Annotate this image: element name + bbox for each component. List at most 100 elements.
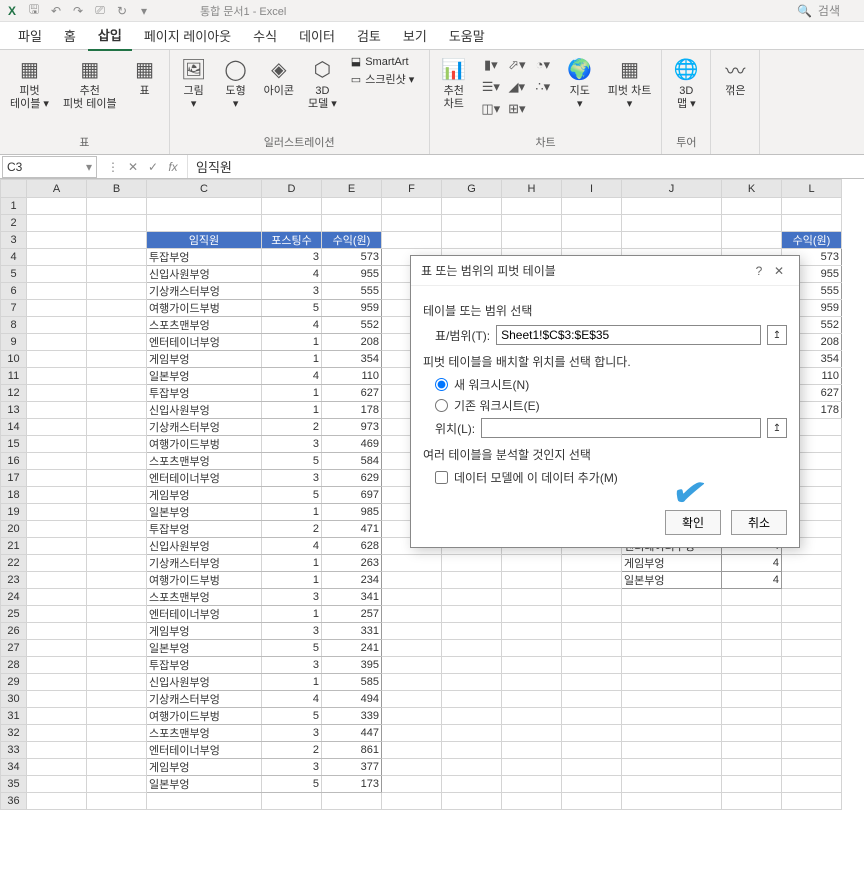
- cell-K24[interactable]: [722, 589, 782, 606]
- cell-D20[interactable]: 2: [262, 521, 322, 538]
- cell-C7[interactable]: 여행가이드부벙: [147, 300, 262, 317]
- cell-H29[interactable]: [502, 674, 562, 691]
- cell-C31[interactable]: 여행가이드부벙: [147, 708, 262, 725]
- ribbon-tab-7[interactable]: 보기: [393, 21, 437, 50]
- cell-J1[interactable]: [622, 198, 722, 215]
- row-header-8[interactable]: 8: [1, 317, 27, 334]
- row-header-24[interactable]: 24: [1, 589, 27, 606]
- col-header-L[interactable]: L: [782, 180, 842, 198]
- cell-E10[interactable]: 354: [322, 351, 382, 368]
- cell-L35[interactable]: [782, 776, 842, 793]
- autosave-icon[interactable]: ↻: [114, 3, 130, 19]
- cell-A32[interactable]: [27, 725, 87, 742]
- cell-K28[interactable]: [722, 657, 782, 674]
- cell-L34[interactable]: [782, 759, 842, 776]
- cell-E18[interactable]: 697: [322, 487, 382, 504]
- col-header-D[interactable]: D: [262, 180, 322, 198]
- cell-C19[interactable]: 일본부엉: [147, 504, 262, 521]
- cell-I31[interactable]: [562, 708, 622, 725]
- cell-A22[interactable]: [27, 555, 87, 572]
- cell-A4[interactable]: [27, 249, 87, 266]
- cell-K29[interactable]: [722, 674, 782, 691]
- cell-I22[interactable]: [562, 555, 622, 572]
- cell-C13[interactable]: 신입사원부엉: [147, 402, 262, 419]
- cell-E17[interactable]: 629: [322, 470, 382, 487]
- cell-E27[interactable]: 241: [322, 640, 382, 657]
- row-header-25[interactable]: 25: [1, 606, 27, 623]
- cell-D36[interactable]: [262, 793, 322, 810]
- row-header-1[interactable]: 1: [1, 198, 27, 215]
- sparkline-button[interactable]: 〰꺾은: [715, 52, 755, 101]
- cell-A2[interactable]: [27, 215, 87, 232]
- cell-A26[interactable]: [27, 623, 87, 640]
- cell-B12[interactable]: [87, 385, 147, 402]
- cell-G3[interactable]: [442, 232, 502, 249]
- cell-J36[interactable]: [622, 793, 722, 810]
- cell-L24[interactable]: [782, 589, 842, 606]
- cell-E16[interactable]: 584: [322, 453, 382, 470]
- row-header-17[interactable]: 17: [1, 470, 27, 487]
- row-header-9[interactable]: 9: [1, 334, 27, 351]
- cell-J26[interactable]: [622, 623, 722, 640]
- cell-F35[interactable]: [382, 776, 442, 793]
- cell-E14[interactable]: 973: [322, 419, 382, 436]
- cell-C1[interactable]: [147, 198, 262, 215]
- cell-A21[interactable]: [27, 538, 87, 555]
- ribbon-tab-1[interactable]: 홈: [54, 21, 86, 50]
- cell-A23[interactable]: [27, 572, 87, 589]
- row-header-27[interactable]: 27: [1, 640, 27, 657]
- cell-D12[interactable]: 1: [262, 385, 322, 402]
- row-header-16[interactable]: 16: [1, 453, 27, 470]
- cell-D21[interactable]: 4: [262, 538, 322, 555]
- cell-K36[interactable]: [722, 793, 782, 810]
- cell-K35[interactable]: [722, 776, 782, 793]
- cell-B29[interactable]: [87, 674, 147, 691]
- cell-C22[interactable]: 기상캐스터부엉: [147, 555, 262, 572]
- cell-A30[interactable]: [27, 691, 87, 708]
- cell-E24[interactable]: 341: [322, 589, 382, 606]
- cell-I35[interactable]: [562, 776, 622, 793]
- cell-B24[interactable]: [87, 589, 147, 606]
- icon-button[interactable]: ◈아이콘: [258, 52, 300, 101]
- cell-B18[interactable]: [87, 487, 147, 504]
- cell-J34[interactable]: [622, 759, 722, 776]
- cell-H2[interactable]: [502, 215, 562, 232]
- row-header-18[interactable]: 18: [1, 487, 27, 504]
- cell-E23[interactable]: 234: [322, 572, 382, 589]
- cell-D34[interactable]: 3: [262, 759, 322, 776]
- cell-D27[interactable]: 5: [262, 640, 322, 657]
- cell-I36[interactable]: [562, 793, 622, 810]
- cell-I1[interactable]: [562, 198, 622, 215]
- cell-L2[interactable]: [782, 215, 842, 232]
- cell-D15[interactable]: 3: [262, 436, 322, 453]
- col-header-E[interactable]: E: [322, 180, 382, 198]
- cell-C15[interactable]: 여행가이드부벙: [147, 436, 262, 453]
- cell-G34[interactable]: [442, 759, 502, 776]
- cell-G33[interactable]: [442, 742, 502, 759]
- cell-L33[interactable]: [782, 742, 842, 759]
- cell-C32[interactable]: 스포츠맨부엉: [147, 725, 262, 742]
- cell-D2[interactable]: [262, 215, 322, 232]
- cell-G31[interactable]: [442, 708, 502, 725]
- cell-J23[interactable]: 일본부엉: [622, 572, 722, 589]
- cell-A25[interactable]: [27, 606, 87, 623]
- cell-K33[interactable]: [722, 742, 782, 759]
- cell-D25[interactable]: 1: [262, 606, 322, 623]
- cell-H26[interactable]: [502, 623, 562, 640]
- cell-E28[interactable]: 395: [322, 657, 382, 674]
- cell-F1[interactable]: [382, 198, 442, 215]
- cell-F24[interactable]: [382, 589, 442, 606]
- cell-C17[interactable]: 엔터테이너부엉: [147, 470, 262, 487]
- chart-bar-icon[interactable]: ☰▾: [480, 78, 502, 96]
- ribbon-tab-6[interactable]: 검토: [347, 21, 391, 50]
- picture-button[interactable]: 🖼그림 ▾: [174, 52, 214, 114]
- cell-C24[interactable]: 스포츠맨부엉: [147, 589, 262, 606]
- undo-icon[interactable]: ↶: [48, 3, 64, 19]
- cell-E36[interactable]: [322, 793, 382, 810]
- ribbon-tab-8[interactable]: 도움말: [439, 21, 495, 50]
- model3d-button[interactable]: ⬡3D 모델 ▾: [302, 52, 343, 114]
- col-header-A[interactable]: A: [27, 180, 87, 198]
- cell-L30[interactable]: [782, 691, 842, 708]
- ok-button[interactable]: 확인: [665, 510, 721, 535]
- cell-B1[interactable]: [87, 198, 147, 215]
